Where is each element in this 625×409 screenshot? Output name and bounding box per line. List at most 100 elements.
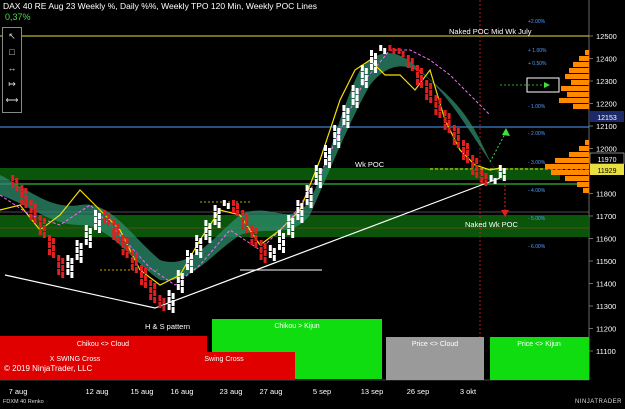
renko-brick-up <box>364 82 368 88</box>
renko-brick-down <box>24 195 28 201</box>
renko-brick-down <box>406 62 410 68</box>
renko-brick-up <box>94 217 97 223</box>
renko-brick-up <box>314 172 318 178</box>
y-tick-label: 12500 <box>596 32 617 41</box>
renko-brick-up <box>213 219 217 225</box>
renko-brick-down <box>420 82 423 88</box>
renko-brick-up <box>70 258 74 264</box>
cursor-icon[interactable]: ↖ <box>3 28 21 44</box>
renko-brick-down <box>447 113 451 119</box>
renko-brick-up <box>337 135 341 141</box>
renko-brick-down <box>52 238 55 244</box>
label-chikou-cloud: Chikou <> Cloud <box>77 341 129 348</box>
renko-brick-up <box>278 230 281 236</box>
renko-brick-down <box>153 283 157 289</box>
x-tick-label: 7 aug <box>9 387 28 396</box>
renko-brick-down <box>438 98 442 104</box>
renko-brick-up <box>278 244 281 250</box>
renko-brick-down <box>420 75 423 81</box>
renko-brick-down <box>107 213 111 219</box>
renko-brick-up <box>351 99 355 105</box>
renko-brick-down <box>48 235 51 241</box>
renko-brick-down <box>20 192 24 198</box>
price-tag-11970: 11970 <box>598 157 617 164</box>
renko-brick-up <box>305 199 309 205</box>
renko-brick-down <box>466 157 469 163</box>
renko-brick-down <box>144 275 147 281</box>
renko-brick-down <box>397 48 401 54</box>
renko-brick-up <box>217 208 221 214</box>
renko-brick-down <box>462 140 465 146</box>
renko-brick-up <box>360 79 364 85</box>
x-tick-label: 26 sep <box>407 387 430 396</box>
renko-brick-down <box>103 210 107 216</box>
annotation-naked-poc-july: Naked POC Mid Wk July <box>449 27 532 36</box>
renko-brick-down <box>153 297 157 303</box>
chart-title: DAX 40 RE Aug 23 Weekly %, Daily %%, Wee… <box>3 1 317 11</box>
y-tick-label: 12400 <box>596 55 617 64</box>
renko-brick-up <box>70 272 74 278</box>
renko-brick-up <box>309 195 313 201</box>
renko-brick-down <box>452 139 456 145</box>
renko-brick-up <box>195 242 199 248</box>
renko-brick-up <box>498 172 502 178</box>
renko-brick-down <box>153 290 157 296</box>
renko-brick-up <box>79 243 83 249</box>
renko-brick-up <box>199 238 203 244</box>
tpo-row <box>551 170 589 175</box>
renko-brick-down <box>475 172 479 178</box>
x-tick-label: 12 aug <box>86 387 109 396</box>
renko-brick-up <box>370 64 373 70</box>
renko-brick-down <box>20 199 24 205</box>
instrument-label: FDXM 40 Renko <box>3 399 44 405</box>
label-chikou-kijun: Chikou > Kijun <box>274 323 319 330</box>
renko-brick-down <box>438 105 442 111</box>
price-chart[interactable]: Chikou <> Cloud Chikou > Kijun X SWING C… <box>0 0 625 409</box>
renko-brick-up <box>300 210 304 216</box>
renko-brick-down <box>263 250 267 256</box>
renko-brick-down <box>241 217 245 223</box>
rectangle-icon[interactable]: □ <box>3 44 21 60</box>
renko-brick-down <box>116 230 120 236</box>
pct-label: - 1.00% <box>528 104 546 110</box>
renko-brick-up <box>318 175 322 181</box>
ray-icon[interactable]: ⟷ <box>3 92 21 108</box>
horizontal-line-icon[interactable]: ↔ <box>3 60 21 76</box>
renko-brick-down <box>149 280 153 286</box>
renko-brick-down <box>48 242 51 248</box>
renko-brick-down <box>38 222 42 228</box>
renko-brick-up <box>195 235 199 241</box>
renko-brick-down <box>484 180 488 186</box>
renko-brick-up <box>75 254 79 260</box>
renko-brick-down <box>429 90 433 96</box>
renko-brick-down <box>134 253 138 259</box>
tpo-row <box>561 86 589 91</box>
renko-brick-up <box>226 203 230 209</box>
renko-brick-up <box>186 250 189 256</box>
renko-brick-down <box>158 295 162 301</box>
renko-brick-up <box>88 228 92 234</box>
renko-brick-down <box>134 267 138 273</box>
renko-brick-down <box>456 128 460 134</box>
renko-brick-up <box>498 165 502 171</box>
tpo-row <box>573 104 589 109</box>
renko-brick-up <box>66 269 70 275</box>
renko-brick-up <box>217 222 221 228</box>
renko-brick-down <box>33 217 37 223</box>
renko-brick-down <box>144 282 147 288</box>
y-tick-label: 11400 <box>596 280 616 289</box>
arrow-line-icon[interactable]: ↦ <box>3 76 21 92</box>
renko-brick-down <box>471 169 475 175</box>
renko-brick-up <box>502 175 506 181</box>
renko-brick-down <box>406 55 410 61</box>
y-tick-label: 11200 <box>596 325 616 334</box>
tpo-row <box>555 158 589 163</box>
renko-brick-up <box>328 155 331 161</box>
renko-brick-down <box>121 235 125 241</box>
renko-brick-down <box>52 252 55 258</box>
renko-brick-down <box>388 45 392 51</box>
renko-brick-down <box>57 269 61 275</box>
renko-brick-up <box>355 102 359 108</box>
renko-brick-up <box>195 249 199 255</box>
renko-brick-down <box>103 217 107 223</box>
